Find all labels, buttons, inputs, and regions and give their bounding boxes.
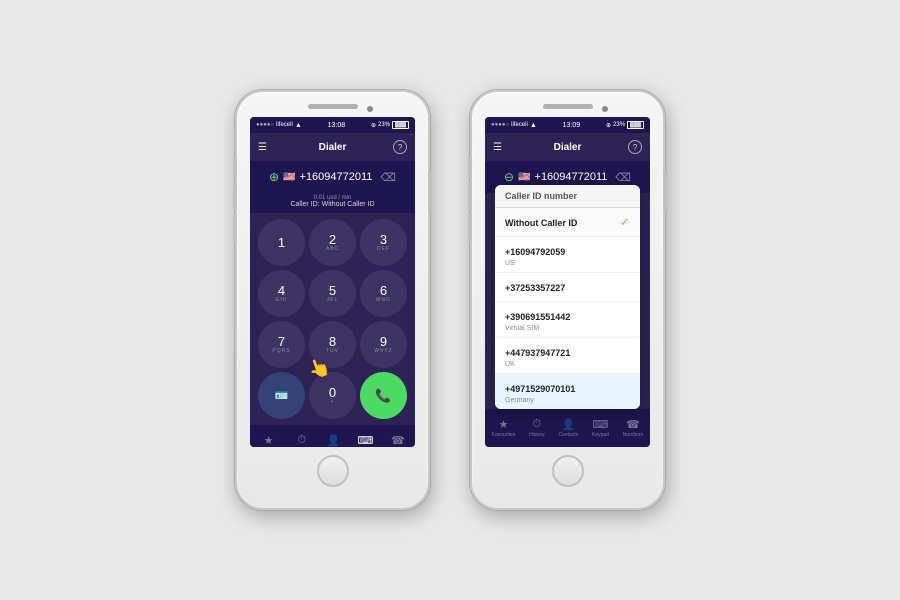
phone-1: ●●●●○ lifecell ▲ 13:08 ⊕ 23% ▓▓▓ ☰ Diale… bbox=[235, 90, 430, 510]
add-number-icon-1[interactable]: ⊕ bbox=[269, 170, 279, 184]
popup-item-label-4: +447937947721 bbox=[505, 348, 570, 358]
app-header-1: ☰ Dialer ? bbox=[250, 133, 415, 161]
nav-history-2[interactable]: ⏱ History bbox=[529, 418, 545, 438]
side-btn-right-1 bbox=[428, 172, 432, 212]
side-btn-left-2c bbox=[468, 214, 472, 242]
menu-icon-1[interactable]: ☰ bbox=[258, 142, 267, 153]
backspace-icon-1[interactable]: ⌫ bbox=[380, 171, 396, 184]
add-number-icon-2[interactable]: ⊖ bbox=[504, 170, 514, 184]
popup-item-label-3: +390691551442 bbox=[505, 312, 570, 322]
screen-1: ●●●●○ lifecell ▲ 13:08 ⊕ 23% ▓▓▓ ☰ Diale… bbox=[250, 117, 415, 447]
caller-id-text-1: Caller ID: Without Caller ID bbox=[290, 201, 374, 208]
speaker-2 bbox=[543, 104, 593, 109]
popup-item-label-1: +16094792059 bbox=[505, 247, 565, 257]
popup-item-label-2: +37253357227 bbox=[505, 283, 565, 293]
time-2: 13:09 bbox=[563, 122, 581, 129]
popup-title: Caller ID number bbox=[495, 185, 640, 208]
dial-key-3[interactable]: 3 DEF bbox=[360, 219, 407, 266]
popup-item-1[interactable]: +16094792059 US bbox=[495, 237, 640, 273]
battery-1: 23% bbox=[378, 122, 390, 128]
dial-key-2[interactable]: 2 ABC bbox=[309, 219, 356, 266]
nav-history-1[interactable]: ⏱ History bbox=[294, 434, 310, 447]
carrier-1: lifecell bbox=[276, 122, 293, 128]
side-btn-right-2 bbox=[663, 172, 667, 212]
popup-item-3[interactable]: +390691551442 Virtual SIM bbox=[495, 302, 640, 338]
carrier-2: lifecell bbox=[511, 122, 528, 128]
bottom-nav-1: ★ Favourites ⏱ History 👤 Contacts ⌨ Keyp… bbox=[250, 425, 415, 447]
popup-item-label-0: Without Caller ID bbox=[505, 218, 577, 228]
popup-item-0[interactable]: Without Caller ID ✓ bbox=[495, 208, 640, 237]
flag-2: 🇺🇸 bbox=[518, 172, 530, 183]
nav-keypad-1[interactable]: ⌨ Keypad bbox=[357, 434, 374, 447]
popup-item-sub-1: US bbox=[505, 260, 565, 267]
nav-favourites-2[interactable]: ★ Favourites bbox=[492, 418, 515, 438]
battery-2: 23% bbox=[613, 122, 625, 128]
popup-item-4[interactable]: +447937947721 UK bbox=[495, 338, 640, 374]
home-button-2[interactable] bbox=[552, 455, 584, 487]
dial-key-9[interactable]: 9 WXYZ bbox=[360, 321, 407, 368]
dialpad-1: 1 2 ABC 3 DEF 4 GHI 5 JKL 6 MNO bbox=[250, 213, 415, 425]
nav-keypad-2[interactable]: ⌨ Keypad bbox=[592, 418, 609, 438]
flag-1: 🇺🇸 bbox=[283, 172, 295, 183]
bottom-nav-2: ★ Favourites ⏱ History 👤 Contacts ⌨ Keyp… bbox=[485, 409, 650, 447]
popup-item-sub-5: Germany bbox=[505, 397, 575, 404]
phone-number-2: +16094772011 bbox=[535, 171, 608, 183]
dial-key-1[interactable]: 1 bbox=[258, 219, 305, 266]
caller-id-button-1[interactable]: 🪪 bbox=[258, 372, 305, 419]
dial-key-7[interactable]: 7 PQRS bbox=[258, 321, 305, 368]
popup-item-sub-4: UK bbox=[505, 361, 570, 368]
header-title-2: Dialer bbox=[554, 142, 582, 153]
caller-id-row-1: 0.01 usd / min Caller ID: Without Caller… bbox=[250, 193, 415, 213]
popup-item-sub-3: Virtual SIM bbox=[505, 325, 570, 332]
popup-item-2[interactable]: +37253357227 bbox=[495, 273, 640, 302]
help-icon-2[interactable]: ? bbox=[628, 140, 642, 154]
app-header-2: ☰ Dialer ? bbox=[485, 133, 650, 161]
popup-check-0: ✓ bbox=[620, 215, 630, 229]
dial-key-6[interactable]: 6 MNO bbox=[360, 270, 407, 317]
dial-key-5[interactable]: 5 JKL bbox=[309, 270, 356, 317]
popup-item-label-5: +4971529070101 bbox=[505, 384, 575, 394]
time-1: 13:08 bbox=[328, 122, 346, 129]
side-btn-left-1a bbox=[233, 157, 237, 177]
nav-favourites-1[interactable]: ★ Favourites bbox=[257, 434, 280, 447]
header-title-1: Dialer bbox=[319, 142, 347, 153]
call-button-1[interactable]: 📞 bbox=[360, 372, 407, 419]
nav-contacts-2[interactable]: 👤 Contacts bbox=[558, 418, 578, 438]
status-bar-2: ●●●●○ lifecell ▲ 13:09 ⊕ 23% ▓▓▓ bbox=[485, 117, 650, 133]
nav-numbers-1[interactable]: ☎ Numbers bbox=[388, 434, 408, 447]
camera-1 bbox=[367, 106, 373, 112]
phone-number-1: +16094772011 bbox=[300, 171, 373, 183]
popup-item-5[interactable]: +4971529070101 Germany bbox=[495, 374, 640, 409]
phone-2: ●●●●○ lifecell ▲ 13:09 ⊕ 23% ▓▓▓ ☰ Diale… bbox=[470, 90, 665, 510]
nav-contacts-1[interactable]: 👤 Contacts bbox=[323, 434, 343, 447]
caller-id-popup: Caller ID number Without Caller ID ✓ +16… bbox=[495, 185, 640, 409]
number-row-1: ⊕ 🇺🇸 +16094772011 ⌫ bbox=[250, 161, 415, 193]
camera-2 bbox=[602, 106, 608, 112]
menu-icon-2[interactable]: ☰ bbox=[493, 142, 502, 153]
speaker-1 bbox=[308, 104, 358, 109]
status-bar-1: ●●●●○ lifecell ▲ 13:08 ⊕ 23% ▓▓▓ bbox=[250, 117, 415, 133]
screen-2: ●●●●○ lifecell ▲ 13:09 ⊕ 23% ▓▓▓ ☰ Diale… bbox=[485, 117, 650, 447]
side-btn-left-2b bbox=[468, 182, 472, 210]
help-icon-1[interactable]: ? bbox=[393, 140, 407, 154]
side-btn-left-1c bbox=[233, 214, 237, 242]
nav-numbers-2[interactable]: ☎ Numbers bbox=[623, 418, 643, 438]
dial-key-4[interactable]: 4 GHI bbox=[258, 270, 305, 317]
side-btn-left-1b bbox=[233, 182, 237, 210]
backspace-icon-2[interactable]: ⌫ bbox=[615, 171, 631, 184]
home-button-1[interactable] bbox=[317, 455, 349, 487]
side-btn-left-2a bbox=[468, 157, 472, 177]
